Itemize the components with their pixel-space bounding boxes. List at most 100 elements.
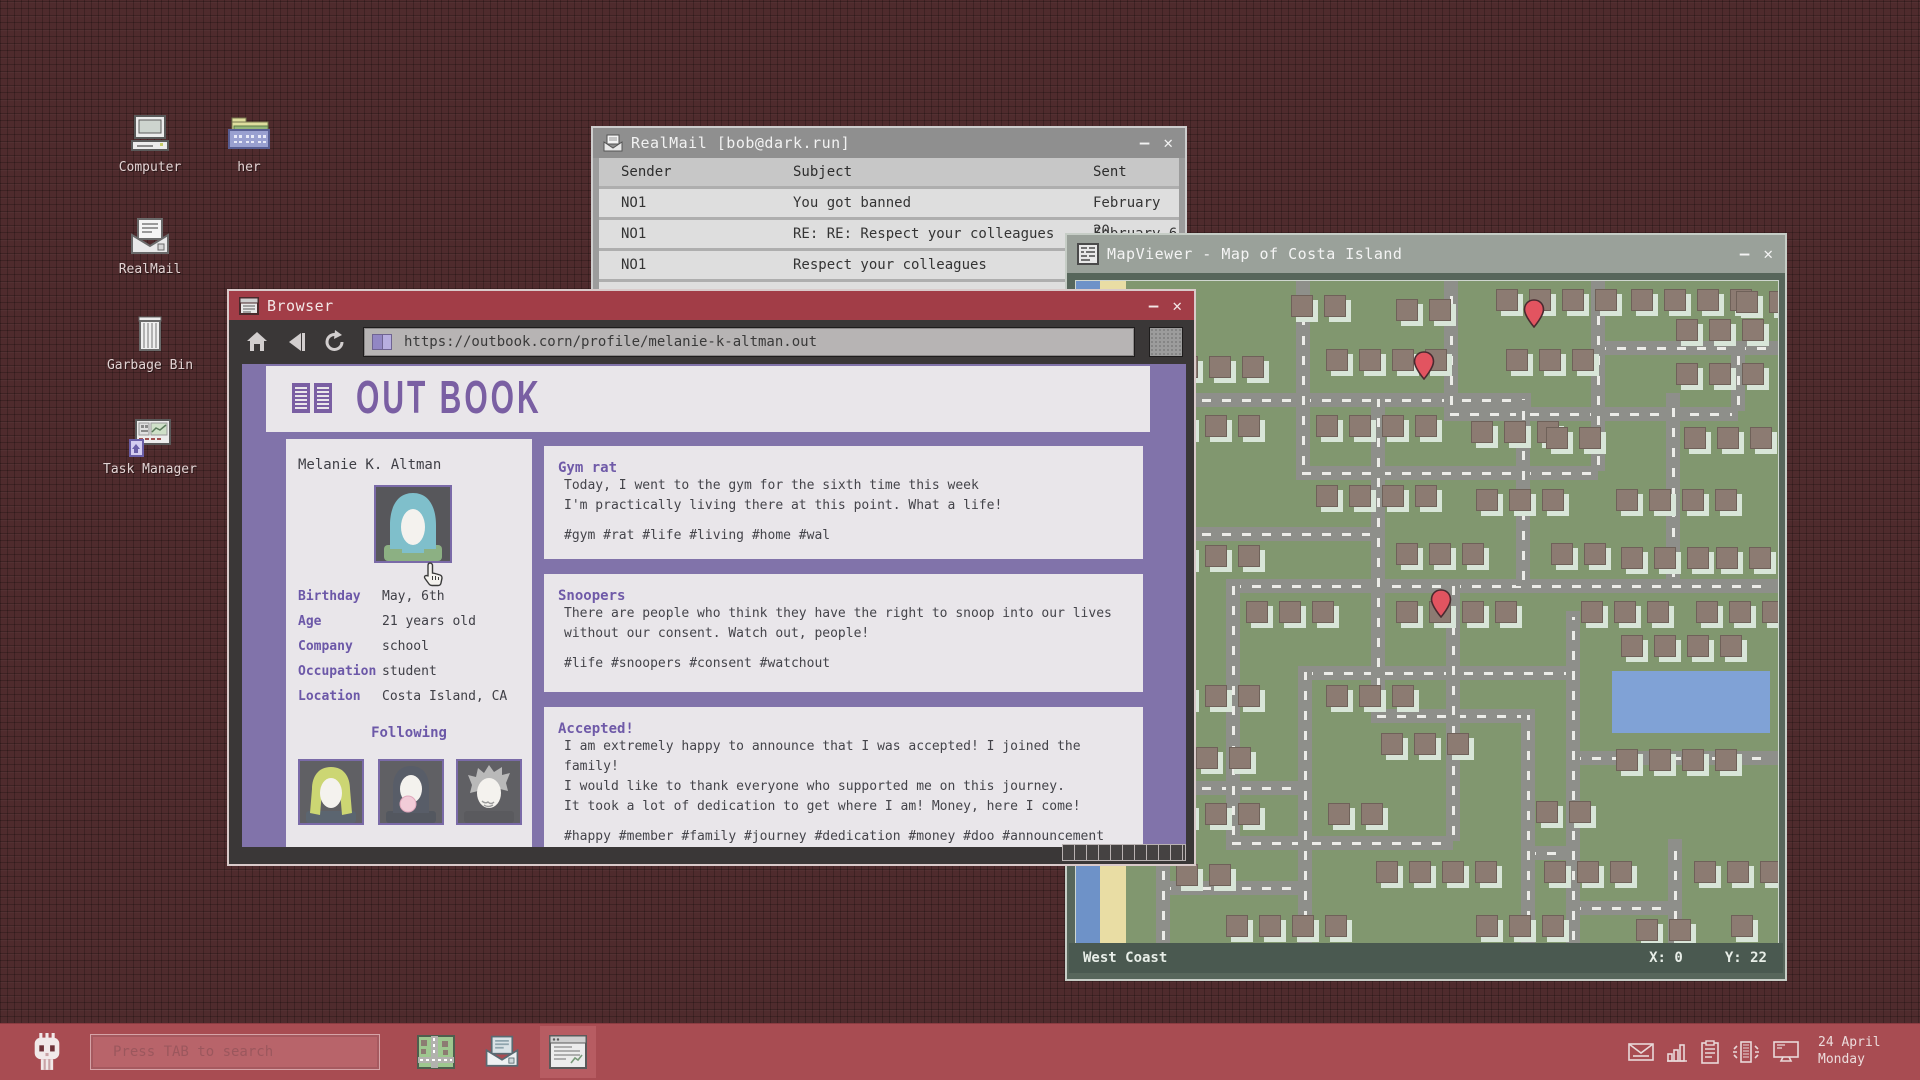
minimize-button[interactable]: — [1740,246,1750,262]
post-title: Accepted! [558,721,1143,737]
post-body-line: It took a lot of dedication to get where… [564,797,1143,817]
profile-field-label: Birthday [298,589,382,604]
map-building [1238,803,1260,825]
profile-field-value: student [382,664,437,679]
phone-vibrate-icon[interactable] [1731,1040,1761,1064]
profile-field: BirthdayMay, 6th [298,589,524,604]
map-building [1246,601,1268,623]
map-pin[interactable] [1523,299,1545,328]
outbook-header: OUT BOOK [266,366,1150,432]
map-building [1616,489,1638,511]
url-input[interactable] [402,333,1106,351]
map-building [1476,915,1498,937]
map-building [1749,547,1771,569]
skull-icon[interactable] [28,1033,66,1073]
map-building [1649,489,1671,511]
map-statusbar: West Coast X: 0 Y: 22 [1069,943,1783,973]
post-card[interactable]: SnoopersThere are people who think they … [544,574,1143,692]
refresh-icon[interactable] [323,330,347,354]
following-avatar-1-image [300,761,362,823]
browser-menu-button[interactable] [1149,327,1183,357]
following-avatar-3-image [458,761,520,823]
taskbar-app-realmail[interactable] [474,1026,530,1078]
taskbar-app-browser[interactable] [540,1026,596,1078]
map-building [1636,919,1658,941]
map-building [1442,861,1464,883]
profile-field-label: Location [298,689,382,704]
map-building [1664,289,1686,311]
map-building [1259,915,1281,937]
mail-header-row: Sender Subject Sent [599,158,1179,186]
page-icon [372,334,392,350]
horizontal-scrollbar[interactable] [1062,844,1186,861]
map-building [1316,415,1338,437]
chart-icon[interactable] [1665,1041,1689,1063]
post-card[interactable]: Accepted!I am extremely happy to announc… [544,707,1143,847]
desktop-icon-task-manager[interactable]: Task Manager [102,418,198,477]
map-building [1326,349,1348,371]
map-building [1238,415,1260,437]
close-button[interactable]: ✕ [1172,298,1182,314]
map-building [1727,861,1749,883]
map-pin[interactable] [1430,589,1452,618]
folder-icon [226,114,272,156]
following-avatar-1[interactable] [298,759,364,825]
outbook-brand: OUT BOOK [356,373,542,426]
map-building [1539,349,1561,371]
profile-field-label: Company [298,639,382,654]
desktop-icon-realmail[interactable]: RealMail [102,216,198,277]
taskbar: 24 April Monday [0,1023,1920,1080]
map-pin[interactable] [1413,351,1435,380]
map-building [1760,861,1779,883]
minimize-button[interactable]: — [1140,135,1150,151]
following-avatar-2[interactable] [378,759,444,825]
desktop-icon-garbage-bin[interactable]: Garbage Bin [102,314,198,373]
envelope-icon[interactable] [1628,1041,1654,1063]
address-bar[interactable] [363,327,1135,357]
desktop-icon-computer[interactable]: Computer [102,114,198,175]
realmail-titlebar[interactable]: RealMail [bob@dark.run] — ✕ [593,128,1185,158]
map-building [1462,543,1484,565]
taskbar-search[interactable] [90,1034,380,1070]
following-avatar-3[interactable] [456,759,522,825]
back-icon[interactable] [285,331,307,353]
home-icon[interactable] [245,330,269,354]
profile-avatar[interactable] [374,485,452,563]
map-building [1359,349,1381,371]
map-building [1742,363,1764,385]
desktop-icon-her[interactable]: her [201,114,297,175]
map-building [1562,289,1584,311]
post-body-line: I would like to thank everyone who suppo… [564,777,1143,797]
post-card[interactable]: Gym ratToday, I went to the gym for the … [544,446,1143,559]
map-building [1687,635,1709,657]
mail-row[interactable]: NO1You got bannedFebruary 20 [599,189,1179,217]
map-building [1697,289,1719,311]
post-body-line: There are people who think they have the… [564,604,1143,624]
taskbar-app-map[interactable] [408,1026,464,1078]
map-building [1551,543,1573,565]
browser-titlebar[interactable]: Browser — ✕ [229,291,1194,320]
map-building [1742,319,1764,341]
map-region-label: West Coast [1083,950,1167,966]
following-avatar-2-image [380,761,442,823]
post-title: Snoopers [558,588,1143,604]
mail-col-sender: Sender [599,158,793,186]
post-hashtags: #happy #member #family #journey #dedicat… [564,829,1143,844]
clipboard-icon[interactable] [1700,1040,1720,1064]
search-input[interactable] [91,1035,379,1069]
map-building [1415,415,1437,437]
desktop-icon-label: Task Manager [102,462,198,477]
close-button[interactable]: ✕ [1163,135,1173,151]
map-y-coordinate: Y: 22 [1725,950,1767,966]
monitor-icon[interactable] [1772,1040,1800,1064]
taskbar-clock[interactable]: 24 April Monday [1818,1034,1881,1068]
map-building [1614,601,1636,623]
map-building [1716,547,1738,569]
close-button[interactable]: ✕ [1763,246,1773,262]
map-building [1542,915,1564,937]
desktop-icon-label: Computer [102,160,198,175]
map-building [1676,363,1698,385]
map-building [1717,427,1739,449]
mapviewer-titlebar[interactable]: MapViewer - Map of Costa Island — ✕ [1067,235,1785,273]
minimize-button[interactable]: — [1149,298,1159,314]
